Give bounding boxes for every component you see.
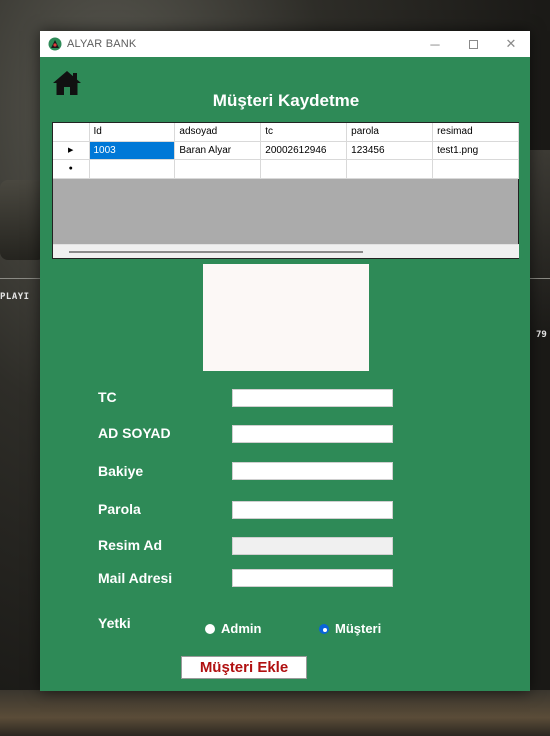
- background-text: 79: [536, 330, 547, 340]
- background-shape: [0, 180, 45, 260]
- close-button[interactable]: ✕: [492, 31, 530, 57]
- form-title: Müşteri Kaydetme: [212, 91, 360, 110]
- parola-label: Parola: [98, 501, 141, 517]
- background-line: [530, 278, 550, 279]
- maximize-icon: [468, 39, 478, 49]
- grid-cell[interactable]: [260, 159, 348, 179]
- grid-cell[interactable]: test1.png: [432, 141, 519, 160]
- mail-input[interactable]: [232, 569, 393, 587]
- row-indicator-icon[interactable]: ▶: [53, 141, 90, 160]
- customer-grid[interactable]: Id adsoyad tc parola resimad ▶ 1003 Bara…: [52, 122, 519, 259]
- maximize-button[interactable]: [454, 31, 492, 57]
- grid-cell[interactable]: Baran Alyar: [174, 141, 262, 160]
- radio-musteri[interactable]: Müşteri: [319, 621, 381, 636]
- mail-label: Mail Adresi: [98, 570, 173, 586]
- resimad-label: Resim Ad: [98, 537, 163, 553]
- grid-cell[interactable]: 123456: [346, 141, 434, 160]
- grid-cell[interactable]: [432, 159, 519, 179]
- radio-admin-label: Admin: [221, 621, 262, 636]
- grid-column-header[interactable]: parola: [346, 123, 434, 142]
- radio-admin[interactable]: Admin: [205, 621, 261, 636]
- grid-column-header[interactable]: resimad: [432, 123, 519, 142]
- customer-picture: [203, 264, 369, 371]
- app-icon: [48, 37, 62, 51]
- yetki-label: Yetki: [98, 615, 131, 631]
- grid-cell[interactable]: [174, 159, 262, 179]
- grid-cell[interactable]: [89, 159, 176, 179]
- bakiye-label: Bakiye: [98, 463, 144, 479]
- grid-header-row: Id adsoyad tc parola resimad: [53, 123, 519, 142]
- tc-input[interactable]: [232, 389, 393, 407]
- musteri-ekle-button[interactable]: Müşteri Ekle: [181, 656, 307, 679]
- grid-column-header[interactable]: adsoyad: [174, 123, 262, 142]
- adsoyad-label: AD SOYAD: [98, 425, 171, 441]
- close-icon: ✕: [505, 36, 517, 51]
- grid-cell[interactable]: [346, 159, 434, 179]
- background-shape: [0, 690, 550, 736]
- bakiye-input[interactable]: [232, 462, 393, 480]
- new-row-indicator-icon[interactable]: ●: [53, 159, 90, 179]
- radio-checked-icon: [319, 623, 329, 634]
- grid-cell[interactable]: 1003: [89, 141, 176, 160]
- title-bar[interactable]: ALYAR BANK ─ ✕: [40, 31, 530, 57]
- window-title: ALYAR BANK: [67, 38, 137, 50]
- parola-input[interactable]: [232, 501, 393, 519]
- grid-corner-header[interactable]: [53, 123, 90, 142]
- adsoyad-input[interactable]: [232, 425, 393, 443]
- background-line: [0, 278, 40, 279]
- scrollbar-thumb[interactable]: [69, 251, 363, 253]
- horizontal-scrollbar[interactable]: [53, 244, 519, 258]
- grid-column-header[interactable]: tc: [260, 123, 348, 142]
- table-row[interactable]: ▶ 1003 Baran Alyar 20002612946 123456 te…: [53, 141, 519, 160]
- grid-column-header[interactable]: Id: [89, 123, 176, 142]
- background-text: PLAYI: [0, 292, 30, 302]
- radio-musteri-label: Müşteri: [335, 621, 382, 636]
- app-window: ALYAR BANK ─ ✕ Müşteri Kaydetme Id adsoy…: [40, 31, 530, 691]
- radio-unchecked-icon: [205, 623, 215, 634]
- minimize-button[interactable]: ─: [416, 31, 454, 57]
- grid-cell[interactable]: 20002612946: [260, 141, 348, 160]
- tc-label: TC: [98, 389, 117, 405]
- minimize-icon: ─: [430, 36, 440, 52]
- new-row[interactable]: ●: [53, 159, 519, 179]
- resimad-input[interactable]: [232, 537, 393, 555]
